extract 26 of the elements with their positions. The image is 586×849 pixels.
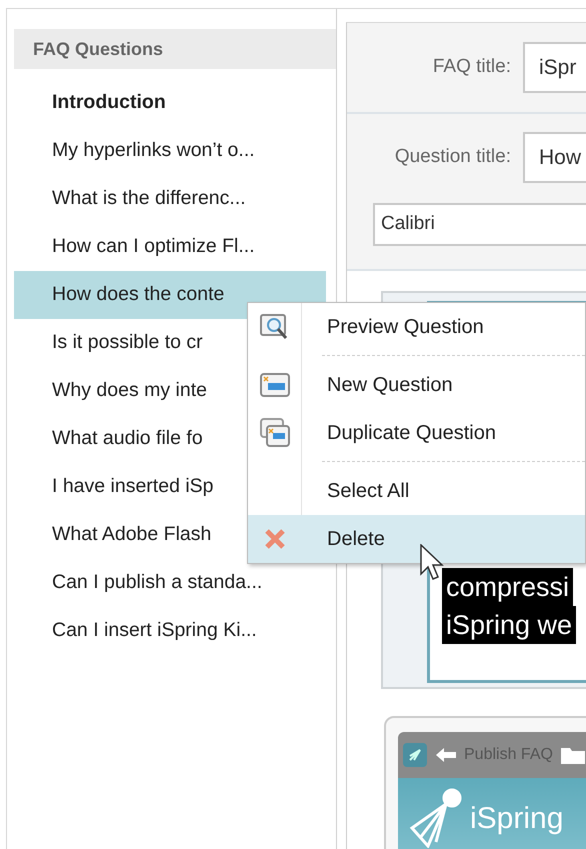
faq-title-field[interactable]: iSpr xyxy=(523,42,586,93)
question-title-field[interactable]: How xyxy=(523,132,586,183)
menu-item[interactable]: Duplicate Question xyxy=(248,409,585,457)
rocket-icon xyxy=(402,742,428,768)
question-item[interactable]: What is the differenc... xyxy=(14,175,326,223)
question-item[interactable]: How can I optimize Fl... xyxy=(14,223,326,271)
delete-icon xyxy=(262,527,286,551)
field-label: FAQ title: xyxy=(432,55,512,80)
field-label: Question title: xyxy=(394,145,512,170)
question-item[interactable]: How does the conte xyxy=(14,271,326,319)
logo-text: iSpring xyxy=(470,800,564,836)
panel-header: FAQ Questions xyxy=(14,29,336,69)
back-arrow-icon xyxy=(434,745,458,765)
question-item[interactable]: Can I insert iSpring Ki... xyxy=(14,607,326,655)
duplicate-card-icon xyxy=(258,417,290,449)
highlighted-text: compressi xyxy=(442,568,574,606)
font-dropdown[interactable]: Calibri xyxy=(373,203,586,246)
highlighted-text: iSpring we xyxy=(442,606,576,644)
question-item[interactable]: My hyperlinks won’t o... xyxy=(14,127,326,175)
new-card-icon xyxy=(258,371,290,399)
menu-item[interactable]: Select All xyxy=(248,467,585,515)
question-item[interactable]: Introduction xyxy=(14,79,326,127)
preview-icon xyxy=(260,313,290,341)
menu-item[interactable]: New Question xyxy=(248,361,585,409)
menu-item[interactable]: Delete xyxy=(248,515,585,563)
shuttlecock-icon xyxy=(408,788,462,848)
